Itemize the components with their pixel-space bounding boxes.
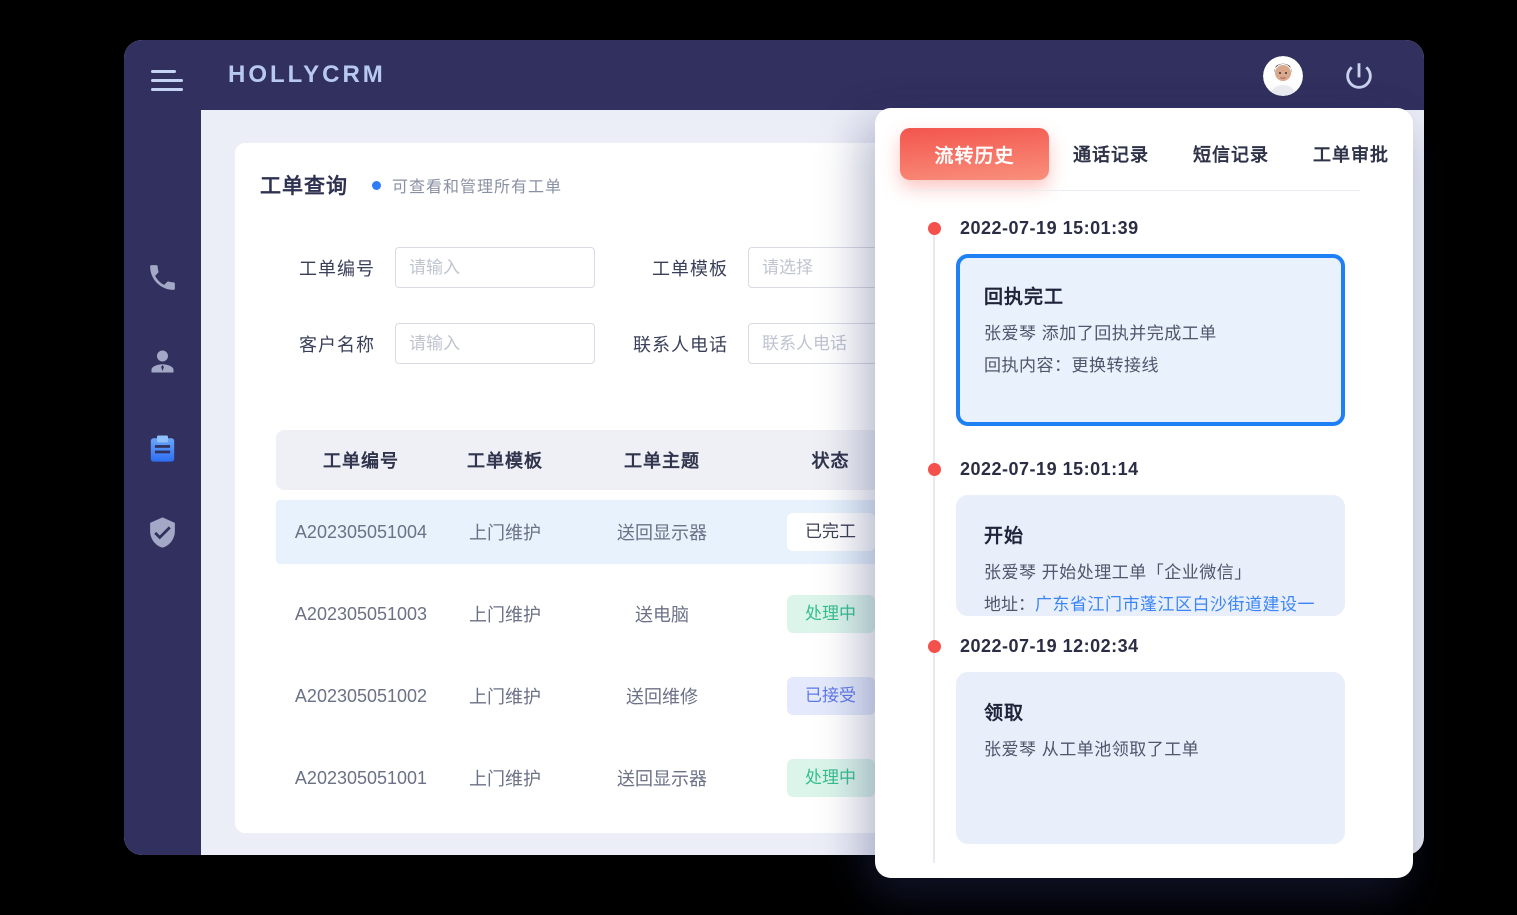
avatar-image <box>1263 56 1303 96</box>
cell-template: 上门维护 <box>446 519 564 545</box>
hamburger-menu-icon[interactable] <box>151 70 183 94</box>
blue-dot-icon <box>372 181 381 190</box>
timeline-card-title: 领取 <box>984 698 1315 725</box>
timeline-entry: 2022-07-19 15:01:14 开始 张爱琴 开始处理工单「企业微信」地… <box>956 459 1345 616</box>
table-body: A202305051004 上门维护 送回显示器 已完工 A2023050510… <box>276 500 901 810</box>
timeline-timestamp: 2022-07-19 15:01:39 <box>960 218 1345 239</box>
cell-order-id: A202305051001 <box>276 768 446 789</box>
timeline-timestamp: 2022-07-19 12:02:34 <box>960 636 1345 657</box>
cell-order-id: A202305051003 <box>276 604 446 625</box>
page-title: 工单查询 <box>260 170 348 200</box>
page-subtitle: 可查看和管理所有工单 <box>392 173 562 197</box>
cell-subject: 送电脑 <box>564 601 760 627</box>
timeline-entry: 2022-07-19 12:02:34 领取 张爱琴 从工单池领取了工单 <box>956 636 1345 844</box>
tab-3[interactable]: 工单审批 <box>1313 141 1389 167</box>
power-icon[interactable] <box>1342 59 1376 93</box>
timeline-line <box>933 229 935 863</box>
work-order-table: 工单编号工单模板工单主题状态 A202305051004 上门维护 送回显示器 … <box>276 430 901 810</box>
status-badge: 处理中 <box>787 595 875 633</box>
timeline-card: 开始 张爱琴 开始处理工单「企业微信」地址：广东省江门市蓬江区白沙街道建设一路 <box>956 495 1345 616</box>
table-row[interactable]: A202305051002 上门维护 送回维修 已接受 <box>276 664 901 728</box>
timeline-timestamp: 2022-07-19 15:01:14 <box>960 459 1345 480</box>
cell-subject: 送回维修 <box>564 683 760 709</box>
table-column-header: 工单模板 <box>446 447 564 473</box>
filter-label: 客户名称 <box>255 331 375 357</box>
cell-template: 上门维护 <box>446 601 564 627</box>
address-row: 地址：广东省江门市蓬江区白沙街道建设一路 <box>984 589 1315 616</box>
contacts-icon[interactable] <box>146 345 179 378</box>
status-badge: 已完工 <box>787 513 875 551</box>
timeline-card-text: 张爱琴 添加了回执并完成工单 <box>984 318 1315 350</box>
security-shield-icon[interactable] <box>146 516 179 549</box>
filter-label: 工单模板 <box>608 255 728 281</box>
table-column-header: 工单编号 <box>276 447 446 473</box>
timestamp-text: 2022-07-19 15:01:14 <box>960 459 1139 479</box>
brand-logo: HOLLYCRM <box>228 40 386 110</box>
timeline-card-text: 张爱琴 开始处理工单「企业微信」 <box>984 557 1315 589</box>
table-row[interactable]: A202305051003 上门维护 送电脑 处理中 <box>276 582 901 646</box>
timeline-card-text: 回执内容：更换转接线 <box>984 350 1315 382</box>
tabs-divider <box>910 190 1360 191</box>
cell-subject: 送回显示器 <box>564 519 760 545</box>
timeline-card: 领取 张爱琴 从工单池领取了工单 <box>956 672 1345 844</box>
timeline-dot-icon <box>928 640 941 653</box>
phone-icon[interactable] <box>146 261 179 294</box>
timeline-card-title: 开始 <box>984 521 1315 548</box>
page-header: 工单查询 可查看和管理所有工单 <box>260 170 562 200</box>
cell-order-id: A202305051002 <box>276 686 446 707</box>
timeline-card-title: 回执完工 <box>984 282 1315 309</box>
timeline-dot-icon <box>928 222 941 235</box>
timeline-card-text: 张爱琴 从工单池领取了工单 <box>984 734 1315 766</box>
table-row[interactable]: A202305051004 上门维护 送回显示器 已完工 <box>276 500 901 564</box>
timestamp-text: 2022-07-19 12:02:34 <box>960 636 1139 656</box>
cell-template: 上门维护 <box>446 683 564 709</box>
work-orders-icon[interactable] <box>146 432 179 465</box>
table-column-header: 工单主题 <box>564 447 760 473</box>
filter-field-2: 客户名称 <box>255 323 595 364</box>
timeline-dot-icon <box>928 463 941 476</box>
filter-label: 联系人电话 <box>608 331 728 357</box>
history-timeline: 2022-07-19 15:01:39 回执完工 张爱琴 添加了回执并完成工单回… <box>956 218 1345 864</box>
cell-template: 上门维护 <box>446 765 564 791</box>
tab-1[interactable]: 通话记录 <box>1073 141 1149 167</box>
filter-input[interactable] <box>395 247 595 288</box>
timeline-entry: 2022-07-19 15:01:39 回执完工 张爱琴 添加了回执并完成工单回… <box>956 218 1345 426</box>
address-link[interactable]: 广东省江门市蓬江区白沙街道建设一路 <box>1035 589 1315 616</box>
tab-2[interactable]: 短信记录 <box>1193 141 1269 167</box>
status-badge: 已接受 <box>787 677 875 715</box>
address-label: 地址： <box>984 589 1035 616</box>
tab-0[interactable]: 流转历史 <box>900 128 1049 180</box>
top-bar: HOLLYCRM <box>124 40 1424 110</box>
detail-tabs: 流转历史通话记录 短信记录 工单审批 <box>900 128 1389 180</box>
filter-input[interactable] <box>395 323 595 364</box>
status-badge: 处理中 <box>787 759 875 797</box>
order-detail-panel: 流转历史通话记录 短信记录 工单审批 2022-07-19 15:01:39 回执完… <box>875 108 1413 878</box>
cell-subject: 送回显示器 <box>564 765 760 791</box>
sidebar-nav <box>124 110 201 855</box>
timestamp-text: 2022-07-19 15:01:39 <box>960 218 1139 238</box>
timeline-card: 回执完工 张爱琴 添加了回执并完成工单回执内容：更换转接线 <box>956 254 1345 426</box>
user-avatar[interactable] <box>1263 56 1303 96</box>
cell-order-id: A202305051004 <box>276 522 446 543</box>
filter-label: 工单编号 <box>255 255 375 281</box>
filter-field-0: 工单编号 <box>255 247 595 288</box>
table-header-row: 工单编号工单模板工单主题状态 <box>276 430 901 490</box>
table-row[interactable]: A202305051001 上门维护 送回显示器 处理中 <box>276 746 901 810</box>
